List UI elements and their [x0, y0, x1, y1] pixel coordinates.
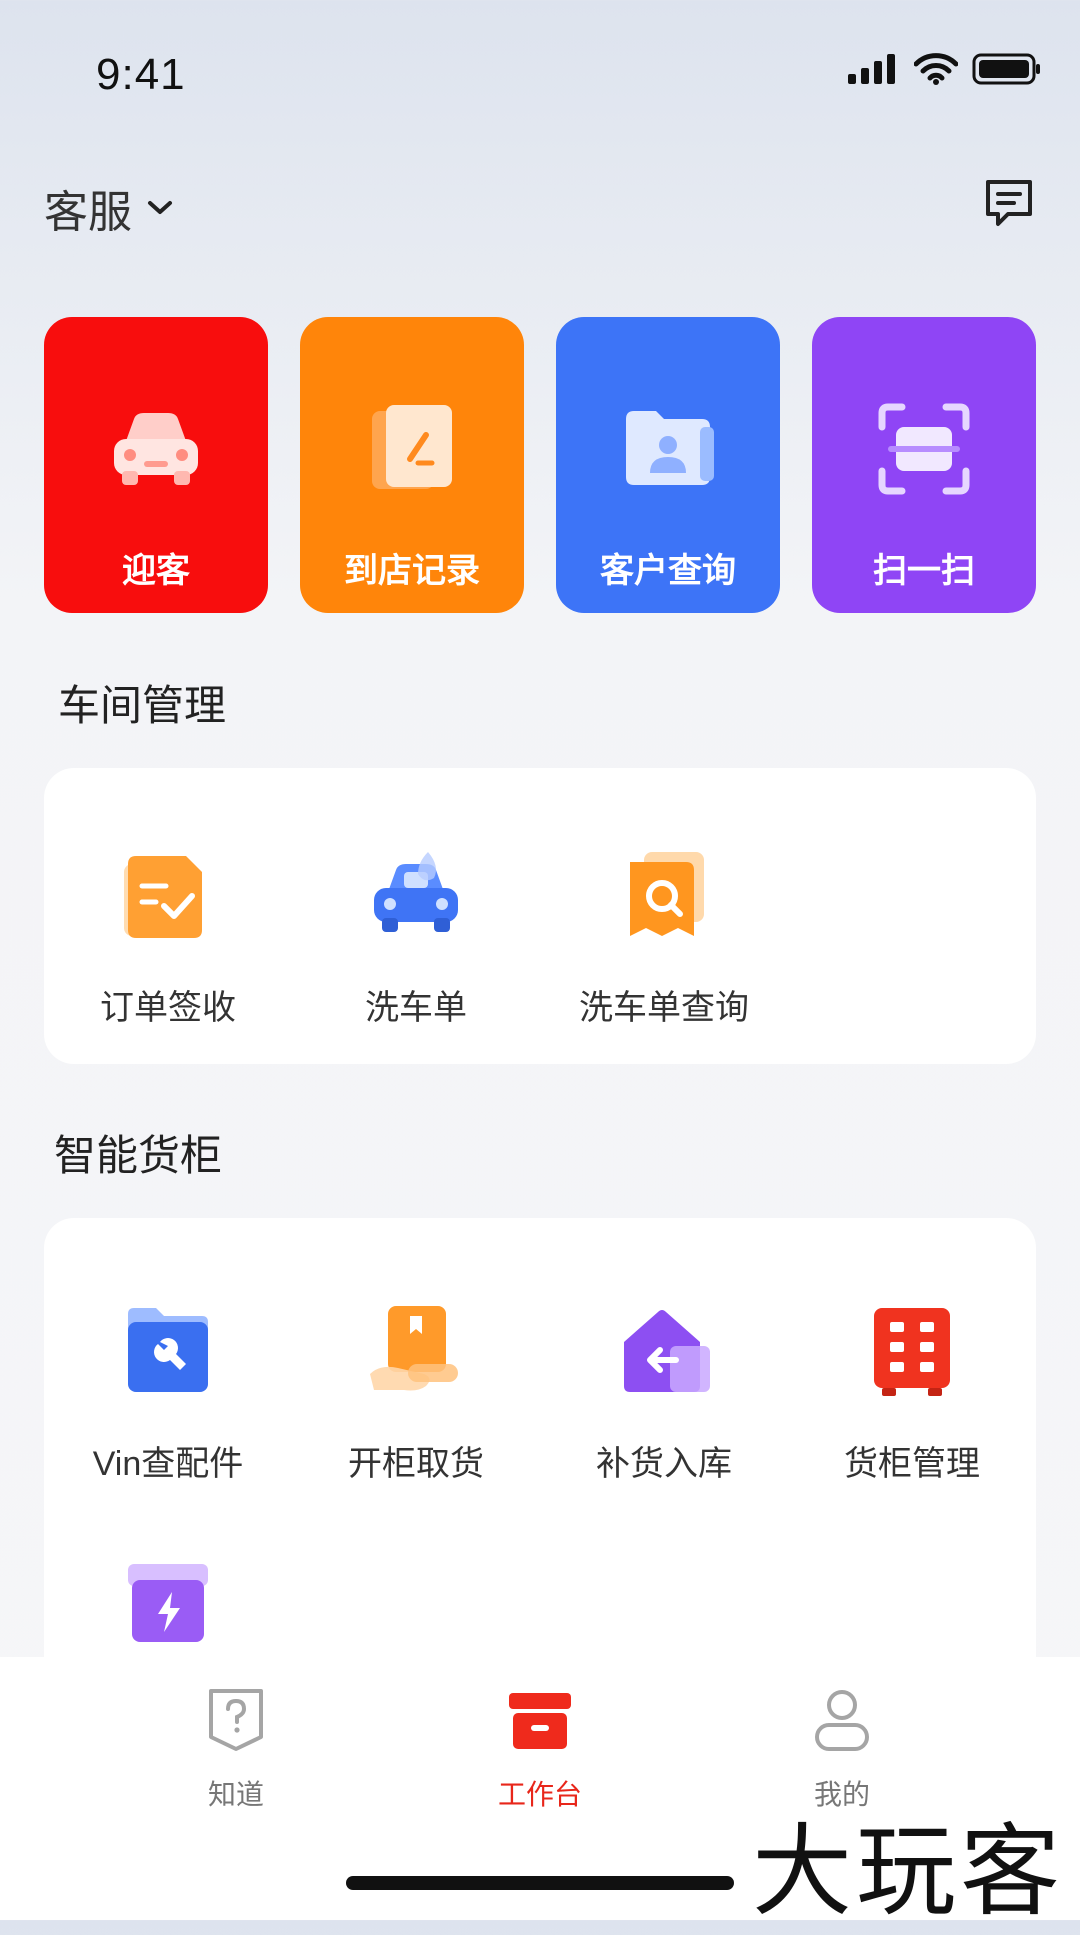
doc-search-icon [630, 852, 704, 936]
chevron-down-icon [148, 201, 172, 214]
signal-icon [848, 54, 895, 84]
wrench-folder-icon [128, 1308, 208, 1392]
tab-knowledge[interactable]: 知道 [136, 1685, 336, 1813]
tab-label: 知道 [207, 1779, 264, 1810]
car-wash-icon [374, 852, 458, 932]
grid-item-vin-parts[interactable]: Vin查配件 [44, 1304, 292, 1485]
grid-item-restock[interactable]: 补货入库 [540, 1304, 788, 1485]
quick-actions: 迎客 到店记录 客户查询 扫一扫 [44, 317, 1036, 613]
status-time: 9:41 [96, 50, 186, 99]
grid-item-open-pickup[interactable]: 开柜取货 [292, 1304, 540, 1485]
grid-item-label: 补货入库 [596, 1445, 732, 1483]
scan-icon [878, 403, 970, 495]
message-icon[interactable] [982, 176, 1036, 230]
edit-note-icon [372, 405, 452, 489]
car-icon [114, 413, 198, 485]
quick-action-label: 到店记录 [344, 552, 480, 590]
section-title-workshop: 车间管理 [58, 682, 227, 729]
quick-action-customer-search[interactable]: 客户查询 [556, 317, 780, 613]
workshop-card: 订单签收 洗车单 洗车单查询 [44, 768, 1036, 1064]
grid-item-cabinet-management[interactable]: 货柜管理 [788, 1304, 1036, 1485]
grid-item-car-wash-query[interactable]: 洗车单查询 [540, 848, 788, 1029]
order-check-icon [124, 856, 202, 938]
section-title-cabinet: 智能货柜 [54, 1132, 223, 1179]
role-switcher[interactable]: 客服 [44, 176, 174, 240]
quick-action-label: 客户查询 [600, 552, 736, 590]
quick-action-welcome[interactable]: 迎客 [44, 317, 268, 613]
grid-item-label: 货柜管理 [844, 1445, 980, 1483]
home-indicator [346, 1876, 734, 1890]
role-label: 客服 [44, 188, 132, 237]
restock-icon [624, 1310, 710, 1392]
power-box-icon [128, 1564, 208, 1642]
grid-item-label: 开柜取货 [348, 1445, 484, 1483]
watermark-logo: 大玩客 [752, 1813, 1064, 1930]
quick-action-label: 扫一扫 [873, 552, 975, 590]
tab-label: 工作台 [497, 1779, 582, 1810]
quick-action-store-visits[interactable]: 到店记录 [300, 317, 524, 613]
user-icon [815, 1690, 869, 1751]
cabinet-grid-icon [874, 1308, 950, 1396]
folder-user-icon [626, 411, 714, 485]
grid-item-label: 洗车单 [365, 989, 467, 1027]
grid-item-label: 订单签收 [100, 989, 236, 1027]
battery-icon [972, 53, 1040, 85]
workbench-icon [509, 1693, 571, 1749]
tab-workbench[interactable]: 工作台 [440, 1685, 640, 1813]
wifi-icon [914, 53, 958, 85]
grid-item-label: 洗车单查询 [579, 989, 749, 1027]
quick-action-label: 迎客 [122, 552, 190, 590]
grid-item-label: Vin查配件 [92, 1445, 244, 1483]
quick-action-scan[interactable]: 扫一扫 [812, 317, 1036, 613]
grid-item-order-receipt[interactable]: 订单签收 [44, 848, 292, 1029]
pickup-icon [370, 1306, 458, 1391]
grid-item-car-wash[interactable]: 洗车单 [292, 848, 540, 1029]
status-icons [848, 52, 1042, 86]
question-doc-icon [209, 1689, 263, 1751]
